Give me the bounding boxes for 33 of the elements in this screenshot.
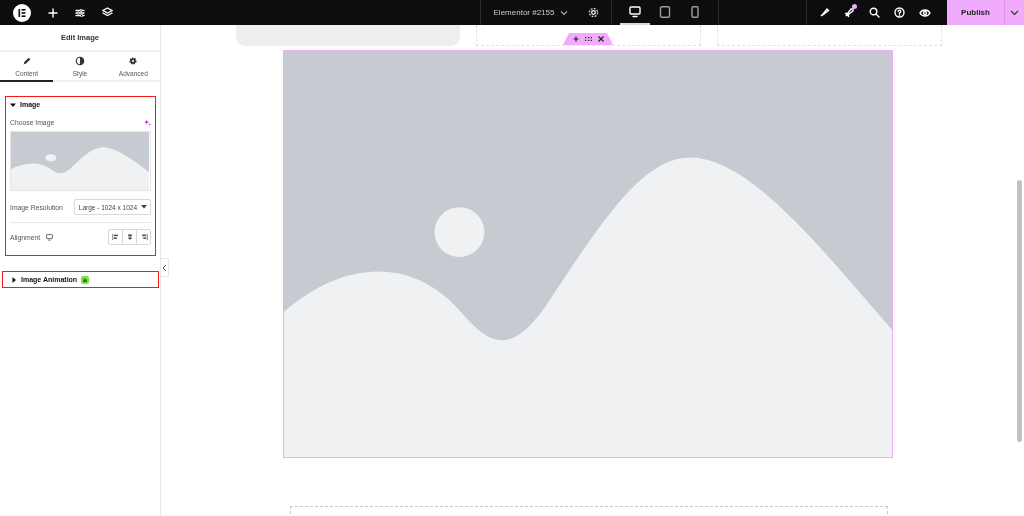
publish-button[interactable]: Publish [947,0,1004,25]
layers-icon[interactable] [102,7,113,18]
help-icon[interactable] [894,7,905,18]
panel-collapse-handle[interactable] [161,258,169,277]
settings-icon[interactable] [588,7,600,18]
align-right-button[interactable] [136,230,150,244]
pencil-icon [21,55,32,66]
mobile-icon [689,5,702,18]
ai-sparkle-icon[interactable] [144,119,151,126]
close-icon[interactable] [597,36,604,42]
align-center-icon [125,233,134,241]
contrast-icon [75,55,85,66]
elementor-logo[interactable] [13,3,31,22]
caret-down-icon [10,101,16,108]
document-title-button[interactable]: Elementor #2155 [479,0,581,25]
chevron-down-icon [1010,9,1019,16]
add-icon[interactable] [572,36,579,42]
eye-icon[interactable] [919,7,931,18]
search-icon[interactable] [869,7,880,18]
caret-right-icon [11,276,17,283]
drag-handle-icon[interactable] [584,37,592,41]
tablet-icon [659,5,672,18]
align-right-icon [139,233,148,241]
caret-down-icon [141,205,147,209]
rocket-icon[interactable] [844,7,855,18]
desktop-icon [46,233,54,241]
desktop-icon [629,5,642,18]
settings-sliders-icon[interactable] [75,7,85,18]
brush-icon[interactable] [819,7,830,18]
section-handle[interactable] [563,33,613,45]
align-left-icon [111,233,120,241]
gear-icon [128,55,139,66]
chevron-down-icon [560,9,569,16]
